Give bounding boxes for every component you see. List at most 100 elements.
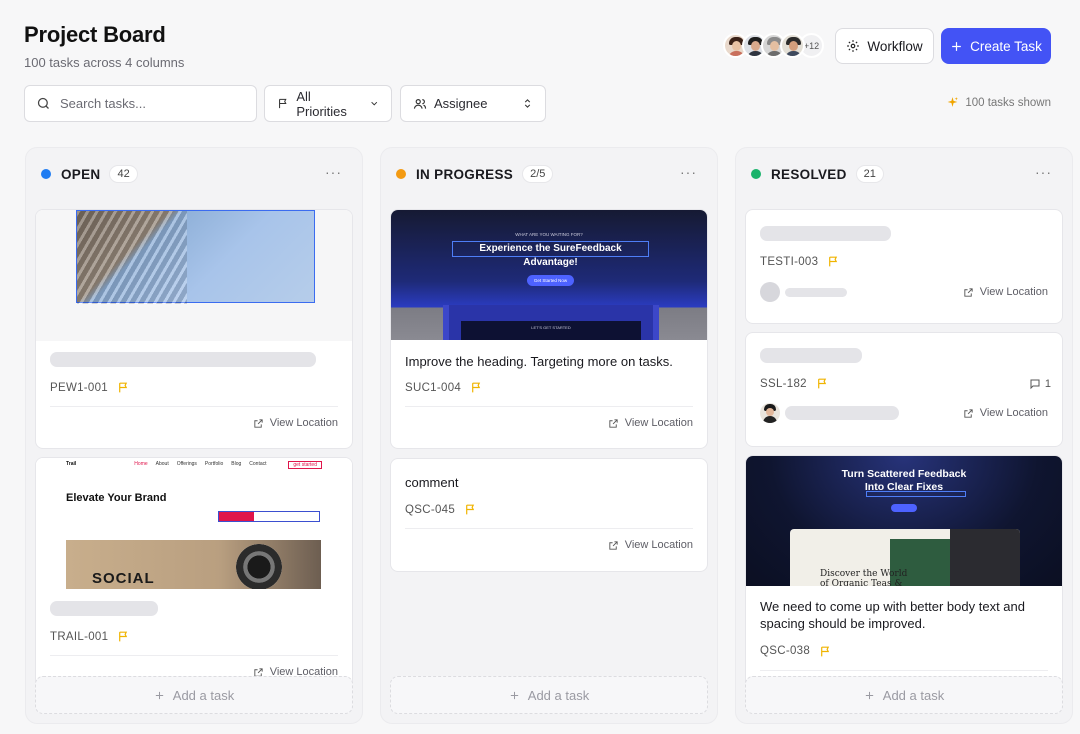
- divider: [50, 655, 338, 656]
- add-task-button[interactable]: Add a task: [35, 676, 353, 714]
- task-card[interactable]: SSL-182 1 View Location: [745, 332, 1063, 447]
- column-count: 2/5: [522, 165, 554, 183]
- loading-placeholder: [50, 601, 158, 616]
- search-box[interactable]: [24, 85, 257, 122]
- card-text: comment: [405, 475, 459, 490]
- avatar: [760, 282, 780, 302]
- view-location-link[interactable]: View Location: [405, 417, 693, 429]
- column-title: OPEN: [61, 166, 101, 182]
- comment-icon: [1030, 379, 1040, 390]
- create-task-label: Create Task: [970, 38, 1042, 54]
- external-link-icon: [964, 287, 973, 297]
- card-id-row: QSC-045: [405, 503, 693, 516]
- column-title: IN PROGRESS: [416, 166, 514, 182]
- flag-icon[interactable]: [117, 630, 130, 643]
- divider: [405, 406, 693, 408]
- view-location-link[interactable]: View Location: [405, 539, 693, 551]
- column-in-progress: IN PROGRESS 2/5 ··· WHAT ARE YOU WAITING…: [380, 147, 718, 724]
- divider: [760, 669, 1048, 671]
- assignee-filter-label: Assignee: [434, 96, 488, 111]
- sparkle-icon: [947, 97, 959, 107]
- flag-icon: [279, 98, 287, 109]
- card-id-row: TESTI-003: [760, 255, 1048, 268]
- divider: [50, 406, 338, 407]
- workflow-button[interactable]: Workflow: [835, 28, 934, 64]
- card-screenshot: [36, 210, 352, 341]
- users-icon: [413, 98, 427, 109]
- card-screenshot: Turn Scattered Feedback Into Clear Fixes…: [746, 456, 1062, 586]
- more-icon[interactable]: ···: [1035, 164, 1052, 180]
- view-location-link[interactable]: View Location: [963, 407, 1048, 419]
- status-dot: [41, 169, 51, 179]
- loading-placeholder: [760, 348, 862, 363]
- view-location-label: View Location: [979, 407, 1048, 419]
- search-input[interactable]: [60, 96, 240, 111]
- view-location-link[interactable]: View Location: [50, 417, 338, 429]
- search-icon: [37, 97, 49, 109]
- loading-placeholder: [785, 287, 847, 297]
- add-task-button[interactable]: Add a task: [390, 676, 708, 714]
- plus-icon: [510, 691, 518, 699]
- card-id-row: SUC1-004: [405, 381, 693, 394]
- avatar: [780, 33, 805, 58]
- loading-placeholder: [50, 352, 316, 367]
- loading-placeholder: [785, 406, 899, 420]
- task-card[interactable]: PEW1-001 View Location: [35, 209, 353, 449]
- add-task-button[interactable]: Add a task: [745, 676, 1063, 714]
- column-header: OPEN 42: [26, 148, 362, 200]
- more-icon[interactable]: ···: [680, 164, 697, 180]
- comment-count-value: 1: [1044, 378, 1051, 390]
- page-title: Project Board: [24, 22, 166, 47]
- flag-icon[interactable]: [827, 255, 840, 268]
- tasks-shown: 100 tasks shown: [946, 96, 1051, 109]
- card-id: QSC-045: [405, 503, 456, 516]
- external-link-icon: [609, 419, 618, 428]
- add-task-label: Add a task: [527, 687, 590, 703]
- chevron-up-down-icon: [524, 99, 531, 108]
- column-header: RESOLVED 21: [736, 148, 1072, 200]
- flag-icon[interactable]: [464, 503, 477, 516]
- flag-icon[interactable]: [470, 381, 483, 394]
- status-dot: [396, 169, 406, 179]
- task-card[interactable]: TESTI-003 View Location: [745, 209, 1063, 324]
- more-icon[interactable]: ···: [325, 164, 342, 180]
- column-count: 21: [855, 165, 884, 183]
- card-text: We need to come up with better body text…: [760, 599, 1025, 632]
- card-id: PEW1-001: [50, 381, 109, 394]
- avatar: [760, 403, 780, 423]
- assignee-filter[interactable]: Assignee: [400, 85, 546, 122]
- page-subtitle: 100 tasks across 4 columns: [24, 55, 185, 70]
- create-task-button[interactable]: Create Task: [941, 28, 1051, 64]
- divider: [405, 528, 693, 530]
- flag-icon[interactable]: [816, 377, 829, 390]
- card-id: QSC-038: [760, 645, 811, 658]
- tasks-shown-label: 100 tasks shown: [965, 96, 1051, 109]
- task-card[interactable]: Turn Scattered Feedback Into Clear Fixes…: [745, 455, 1063, 695]
- view-location-link[interactable]: View Location: [963, 286, 1048, 298]
- task-card[interactable]: WHAT ARE YOU WAITING FOR? Experience the…: [390, 209, 708, 449]
- team-avatars[interactable]: +12: [723, 33, 824, 58]
- plus-icon: [865, 691, 873, 699]
- view-location-label: View Location: [269, 417, 338, 429]
- column-count: 42: [109, 165, 138, 183]
- card-id-row: PEW1-001: [50, 381, 338, 394]
- external-link-icon: [609, 541, 618, 550]
- priority-filter-label: All Priorities: [296, 88, 347, 119]
- task-card[interactable]: comment QSC-045 View Location: [390, 458, 708, 572]
- flag-icon[interactable]: [819, 645, 832, 658]
- task-card[interactable]: Trail Home About Offerings Portfolio Blog Cont…: [35, 457, 353, 687]
- status-dot: [751, 169, 761, 179]
- flag-icon[interactable]: [117, 381, 130, 394]
- column-header: IN PROGRESS 2/5: [381, 148, 717, 200]
- card-screenshot: Trail Home About Offerings Portfolio Blog Cont…: [36, 458, 352, 589]
- external-link-icon: [964, 408, 973, 418]
- comment-count[interactable]: 1: [1029, 378, 1051, 390]
- add-task-label: Add a task: [172, 687, 235, 703]
- priority-filter[interactable]: All Priorities: [264, 85, 392, 122]
- card-id-row: QSC-038: [760, 645, 1048, 658]
- external-link-icon: [254, 418, 263, 428]
- view-location-label: View Location: [624, 539, 693, 552]
- page-header: Project Board 100 tasks across 4 columns: [24, 22, 184, 70]
- card-id: SUC1-004: [405, 381, 462, 394]
- column-resolved: RESOLVED 21 ··· TESTI-003 View Location: [735, 147, 1073, 724]
